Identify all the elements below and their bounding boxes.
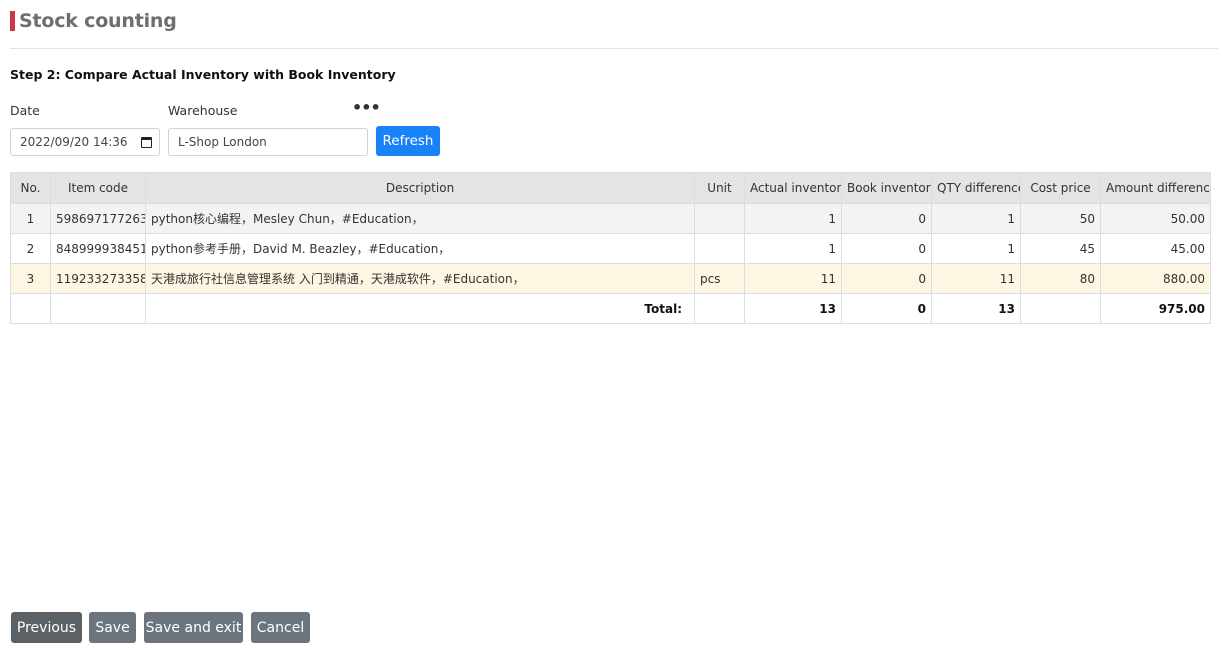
warehouse-input-value: L-Shop London — [178, 135, 267, 149]
col-header-actual-inventory[interactable]: Actual inventory — [744, 172, 842, 204]
cell-unit — [694, 203, 745, 234]
cancel-button[interactable]: Cancel — [251, 612, 310, 643]
step-title: Step 2: Compare Actual Inventory with Bo… — [10, 67, 396, 82]
col-header-amount-difference[interactable]: Amount difference — [1100, 172, 1211, 204]
refresh-button[interactable]: Refresh — [376, 126, 440, 156]
inventory-table: No. Item code Description Unit Actual in… — [10, 172, 1211, 324]
page-title: Stock counting — [19, 10, 177, 32]
cell-description: python参考手册，David M. Beazley，#Education， — [145, 233, 695, 264]
previous-button[interactable]: Previous — [11, 612, 82, 643]
cell-book-inventory: 0 — [841, 263, 932, 294]
cell-description: 天港成旅行社信息管理系统 入门到精通，天港成软件，#Education， — [145, 263, 695, 294]
cell-amount-difference: 45.00 — [1100, 233, 1211, 264]
col-header-cost-price[interactable]: Cost price — [1020, 172, 1101, 204]
cell-cost-price: 50 — [1020, 203, 1101, 234]
warehouse-label: Warehouse — [168, 103, 238, 118]
date-label: Date — [10, 103, 40, 118]
cell-no: 3 — [10, 263, 51, 294]
more-options-icon[interactable]: ••• — [352, 100, 381, 116]
col-header-unit[interactable]: Unit — [694, 172, 745, 204]
cell-cost-price: 45 — [1020, 233, 1101, 264]
calendar-icon[interactable] — [141, 136, 152, 148]
cell-description: python核心编程，Mesley Chun，#Education， — [145, 203, 695, 234]
cell-empty — [50, 293, 146, 324]
cell-actual-inventory[interactable]: 1 — [744, 203, 842, 234]
date-input[interactable]: 2022/09/20 14:36 — [10, 128, 160, 156]
cell-item-code: 5986971772634 — [50, 203, 146, 234]
cell-unit: pcs — [694, 263, 745, 294]
cell-empty — [1020, 293, 1101, 324]
header-divider — [10, 48, 1218, 49]
col-header-item-code[interactable]: Item code — [50, 172, 146, 204]
cell-qty-difference: 1 — [931, 233, 1021, 264]
page-header: Stock counting — [10, 10, 177, 32]
col-header-qty-difference[interactable]: QTY difference — [931, 172, 1021, 204]
total-amount-difference: 975.00 — [1100, 293, 1211, 324]
col-header-no[interactable]: No. — [10, 172, 51, 204]
total-qty-difference: 13 — [931, 293, 1021, 324]
cell-actual-inventory[interactable]: 11 — [744, 263, 842, 294]
total-label: Total: — [145, 293, 695, 324]
cell-amount-difference: 880.00 — [1100, 263, 1211, 294]
header-accent-bar — [10, 11, 15, 31]
table-row[interactable]: 1 5986971772634 python核心编程，Mesley Chun，#… — [10, 203, 1211, 234]
cell-amount-difference: 50.00 — [1100, 203, 1211, 234]
table-row[interactable]: 3 1192332733582 天港成旅行社信息管理系统 入门到精通，天港成软件… — [10, 263, 1211, 294]
cell-book-inventory: 0 — [841, 233, 932, 264]
cell-item-code: 1192332733582 — [50, 263, 146, 294]
table-header-row: No. Item code Description Unit Actual in… — [10, 172, 1211, 204]
cell-no: 1 — [10, 203, 51, 234]
cell-actual-inventory[interactable]: 1 — [744, 233, 842, 264]
cell-unit — [694, 233, 745, 264]
table-total-row: Total: 13 0 13 975.00 — [10, 293, 1211, 324]
save-and-exit-button[interactable]: Save and exit — [144, 612, 243, 643]
save-button[interactable]: Save — [89, 612, 136, 643]
cell-empty — [10, 293, 51, 324]
cell-qty-difference: 11 — [931, 263, 1021, 294]
col-header-book-inventory[interactable]: Book inventory — [841, 172, 932, 204]
warehouse-input[interactable]: L-Shop London — [168, 128, 368, 156]
cell-cost-price: 80 — [1020, 263, 1101, 294]
cell-item-code: 8489999384510 — [50, 233, 146, 264]
cell-empty — [694, 293, 745, 324]
total-actual-inventory: 13 — [744, 293, 842, 324]
cell-no: 2 — [10, 233, 51, 264]
table-row[interactable]: 2 8489999384510 python参考手册，David M. Beaz… — [10, 233, 1211, 264]
cell-qty-difference: 1 — [931, 203, 1021, 234]
date-input-value: 2022/09/20 14:36 — [20, 135, 128, 149]
col-header-description[interactable]: Description — [145, 172, 695, 204]
total-book-inventory: 0 — [841, 293, 932, 324]
cell-book-inventory: 0 — [841, 203, 932, 234]
